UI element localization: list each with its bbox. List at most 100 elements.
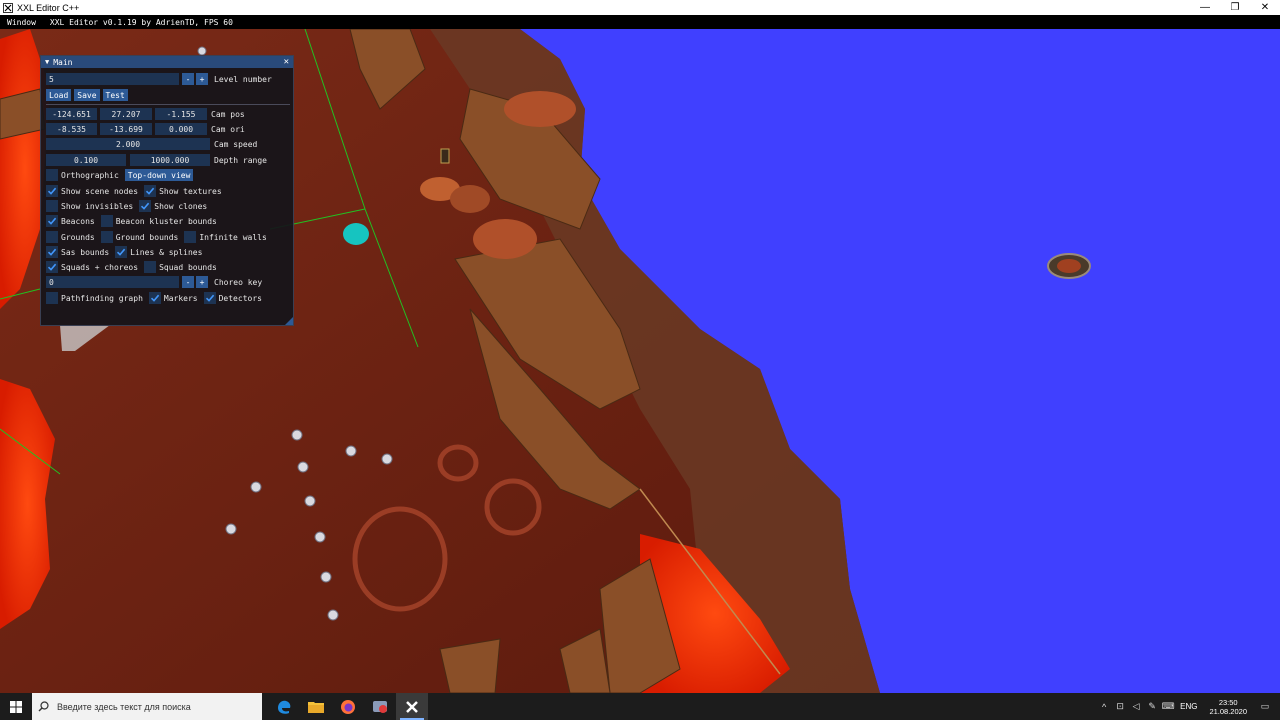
network-icon[interactable]: ⊡ bbox=[1113, 701, 1127, 712]
checkmark-icon bbox=[47, 263, 57, 271]
firefox-icon bbox=[341, 699, 355, 714]
squad-bounds-label: Squad bounds bbox=[159, 262, 217, 272]
checkmark-icon bbox=[47, 217, 57, 225]
checkmark-icon bbox=[117, 248, 126, 256]
taskbar-firefox[interactable] bbox=[332, 693, 364, 720]
speaker-icon[interactable]: ◁ bbox=[1129, 701, 1143, 712]
checkmark-icon bbox=[205, 294, 214, 302]
squads-choreos-label: Squads + choreos bbox=[61, 262, 139, 272]
depth-range-label: Depth range bbox=[214, 155, 267, 165]
collapse-arrow-icon[interactable]: ▼ bbox=[45, 58, 49, 66]
cam-speed-row: 2.000 Cam speed bbox=[46, 138, 257, 150]
sas-bounds-checkbox[interactable] bbox=[46, 246, 58, 258]
window-title: XXL Editor C++ bbox=[17, 2, 80, 13]
taskbar: Введите здесь текст для поиска ^ ⊡ ◁ ✎ ⌨… bbox=[0, 693, 1280, 720]
mushroom-cap bbox=[473, 219, 537, 259]
cam-pos-y-input[interactable]: 27.207 bbox=[100, 108, 152, 120]
checkmark-icon bbox=[150, 294, 160, 302]
checkbox-row-5: Sas bounds Lines & splines bbox=[46, 246, 208, 258]
notifications-icon[interactable]: ▭ bbox=[1258, 701, 1272, 712]
chevron-up-icon[interactable]: ^ bbox=[1097, 702, 1111, 712]
maximize-button[interactable]: ❐ bbox=[1220, 0, 1250, 15]
menu-window[interactable]: Window bbox=[0, 18, 43, 27]
squads-choreos-checkbox[interactable] bbox=[46, 261, 58, 273]
cam-ori-x-input[interactable]: -8.535 bbox=[46, 123, 97, 135]
infinite-walls-label: Infinite walls bbox=[199, 232, 267, 242]
resize-grip[interactable] bbox=[285, 317, 293, 325]
depth-near-input[interactable]: 0.100 bbox=[46, 154, 126, 166]
close-window-button[interactable]: ✕ bbox=[1250, 0, 1280, 15]
save-button[interactable]: Save bbox=[74, 89, 100, 101]
menu-editor-info: XXL Editor v0.1.19 by AdrienTD, FPS 60 bbox=[49, 17, 233, 27]
test-button[interactable]: Test bbox=[102, 89, 128, 101]
taskbar-video-app[interactable] bbox=[364, 693, 396, 720]
checkbox-row-1: Show scene nodes Show textures bbox=[46, 185, 228, 197]
cyan-beacon bbox=[343, 223, 369, 245]
clock-time: 23:50 bbox=[1218, 697, 1238, 707]
checkbox-row-4: Grounds Ground bounds Infinite walls bbox=[46, 231, 273, 243]
main-panel-titlebar[interactable]: ▼ Main ✕ bbox=[41, 56, 293, 68]
infinite-walls-checkbox[interactable] bbox=[184, 231, 197, 243]
show-textures-checkbox[interactable] bbox=[144, 185, 157, 197]
system-tray: ^ ⊡ ◁ ✎ ⌨ ENG 23:50 21.08.2020 ▭ bbox=[1096, 693, 1280, 720]
lines-splines-checkbox[interactable] bbox=[115, 246, 128, 258]
show-invisibles-checkbox[interactable] bbox=[46, 200, 58, 212]
cam-pos-z-input[interactable]: -1.155 bbox=[155, 108, 207, 120]
sas-bounds-label: Sas bounds bbox=[61, 247, 110, 257]
show-scene-nodes-checkbox[interactable] bbox=[46, 185, 58, 197]
start-button[interactable] bbox=[0, 693, 32, 720]
taskbar-edge[interactable] bbox=[268, 693, 300, 720]
cam-ori-row: -8.535 -13.699 0.000 Cam ori bbox=[46, 123, 245, 135]
search-icon bbox=[38, 701, 49, 712]
choreo-key-input[interactable]: 0 bbox=[46, 276, 179, 288]
lines-splines-label: Lines & splines bbox=[130, 247, 203, 257]
cam-speed-input[interactable]: 2.000 bbox=[46, 138, 210, 150]
beacon-kluster-bounds-label: Beacon kluster bounds bbox=[115, 216, 217, 226]
taskbar-search-box[interactable]: Введите здесь текст для поиска bbox=[32, 693, 262, 720]
orthographic-checkbox[interactable] bbox=[46, 169, 58, 181]
grounds-checkbox[interactable] bbox=[46, 231, 58, 243]
beacon-kluster-bounds-checkbox[interactable] bbox=[100, 215, 113, 227]
depth-far-input[interactable]: 1000.000 bbox=[130, 154, 210, 166]
level-increment-button[interactable]: + bbox=[196, 73, 208, 85]
language-indicator[interactable]: ENG bbox=[1180, 702, 1197, 711]
main-menu-bar: Window XXL Editor v0.1.19 by AdrienTD, F… bbox=[0, 15, 1280, 29]
cam-pos-x-input[interactable]: -124.651 bbox=[46, 108, 97, 120]
detectors-checkbox[interactable] bbox=[203, 292, 216, 304]
keyboard-icon[interactable]: ⌨ bbox=[1161, 701, 1175, 712]
taskbar-file-explorer[interactable] bbox=[300, 693, 332, 720]
taskbar-xxl-editor[interactable] bbox=[396, 693, 428, 720]
beacons-checkbox[interactable] bbox=[46, 215, 58, 227]
level-number-input[interactable]: 5 bbox=[46, 73, 179, 85]
pathfinding-graph-checkbox[interactable] bbox=[46, 292, 58, 304]
ground-bounds-label: Ground bounds bbox=[115, 232, 179, 242]
squad-bounds-checkbox[interactable] bbox=[144, 261, 157, 273]
window-titlebar: XXL Editor C++ — ❐ ✕ bbox=[0, 0, 1280, 15]
checkmark-icon bbox=[47, 248, 57, 256]
close-icon[interactable]: ✕ bbox=[284, 57, 289, 67]
show-clones-checkbox[interactable] bbox=[139, 200, 152, 212]
level-decrement-button[interactable]: - bbox=[182, 73, 194, 85]
depth-range-row: 0.100 1000.000 Depth range bbox=[46, 154, 267, 166]
top-down-view-button[interactable]: Top-down view bbox=[124, 169, 194, 181]
choreo-increment-button[interactable]: + bbox=[196, 276, 208, 288]
pen-icon[interactable]: ✎ bbox=[1145, 701, 1159, 712]
checkbox-row-7: Pathfinding graph Markers Detectors bbox=[46, 292, 268, 304]
beacons-label: Beacons bbox=[61, 216, 95, 226]
choreo-decrement-button[interactable]: - bbox=[182, 276, 194, 288]
main-panel[interactable]: ▼ Main ✕ 5 - + Level number Load Save Te… bbox=[40, 55, 294, 326]
ground-bounds-checkbox[interactable] bbox=[100, 231, 113, 243]
markers-checkbox[interactable] bbox=[148, 292, 161, 304]
choreo-key-row: 0 - + Choreo key bbox=[46, 276, 262, 288]
cam-ori-z-input[interactable]: 0.000 bbox=[155, 123, 207, 135]
level-row: 5 - + Level number bbox=[46, 73, 272, 85]
load-button[interactable]: Load bbox=[46, 89, 72, 101]
app-icon bbox=[3, 2, 13, 13]
cam-ori-y-input[interactable]: -13.699 bbox=[100, 123, 152, 135]
separator bbox=[46, 104, 290, 105]
checkbox-row-3: Beacons Beacon kluster bounds bbox=[46, 215, 223, 227]
minimize-button[interactable]: — bbox=[1190, 0, 1220, 15]
level-number-label: Level number bbox=[214, 74, 272, 84]
clock[interactable]: 23:50 21.08.2020 bbox=[1209, 698, 1247, 716]
search-placeholder: Введите здесь текст для поиска bbox=[57, 701, 191, 712]
